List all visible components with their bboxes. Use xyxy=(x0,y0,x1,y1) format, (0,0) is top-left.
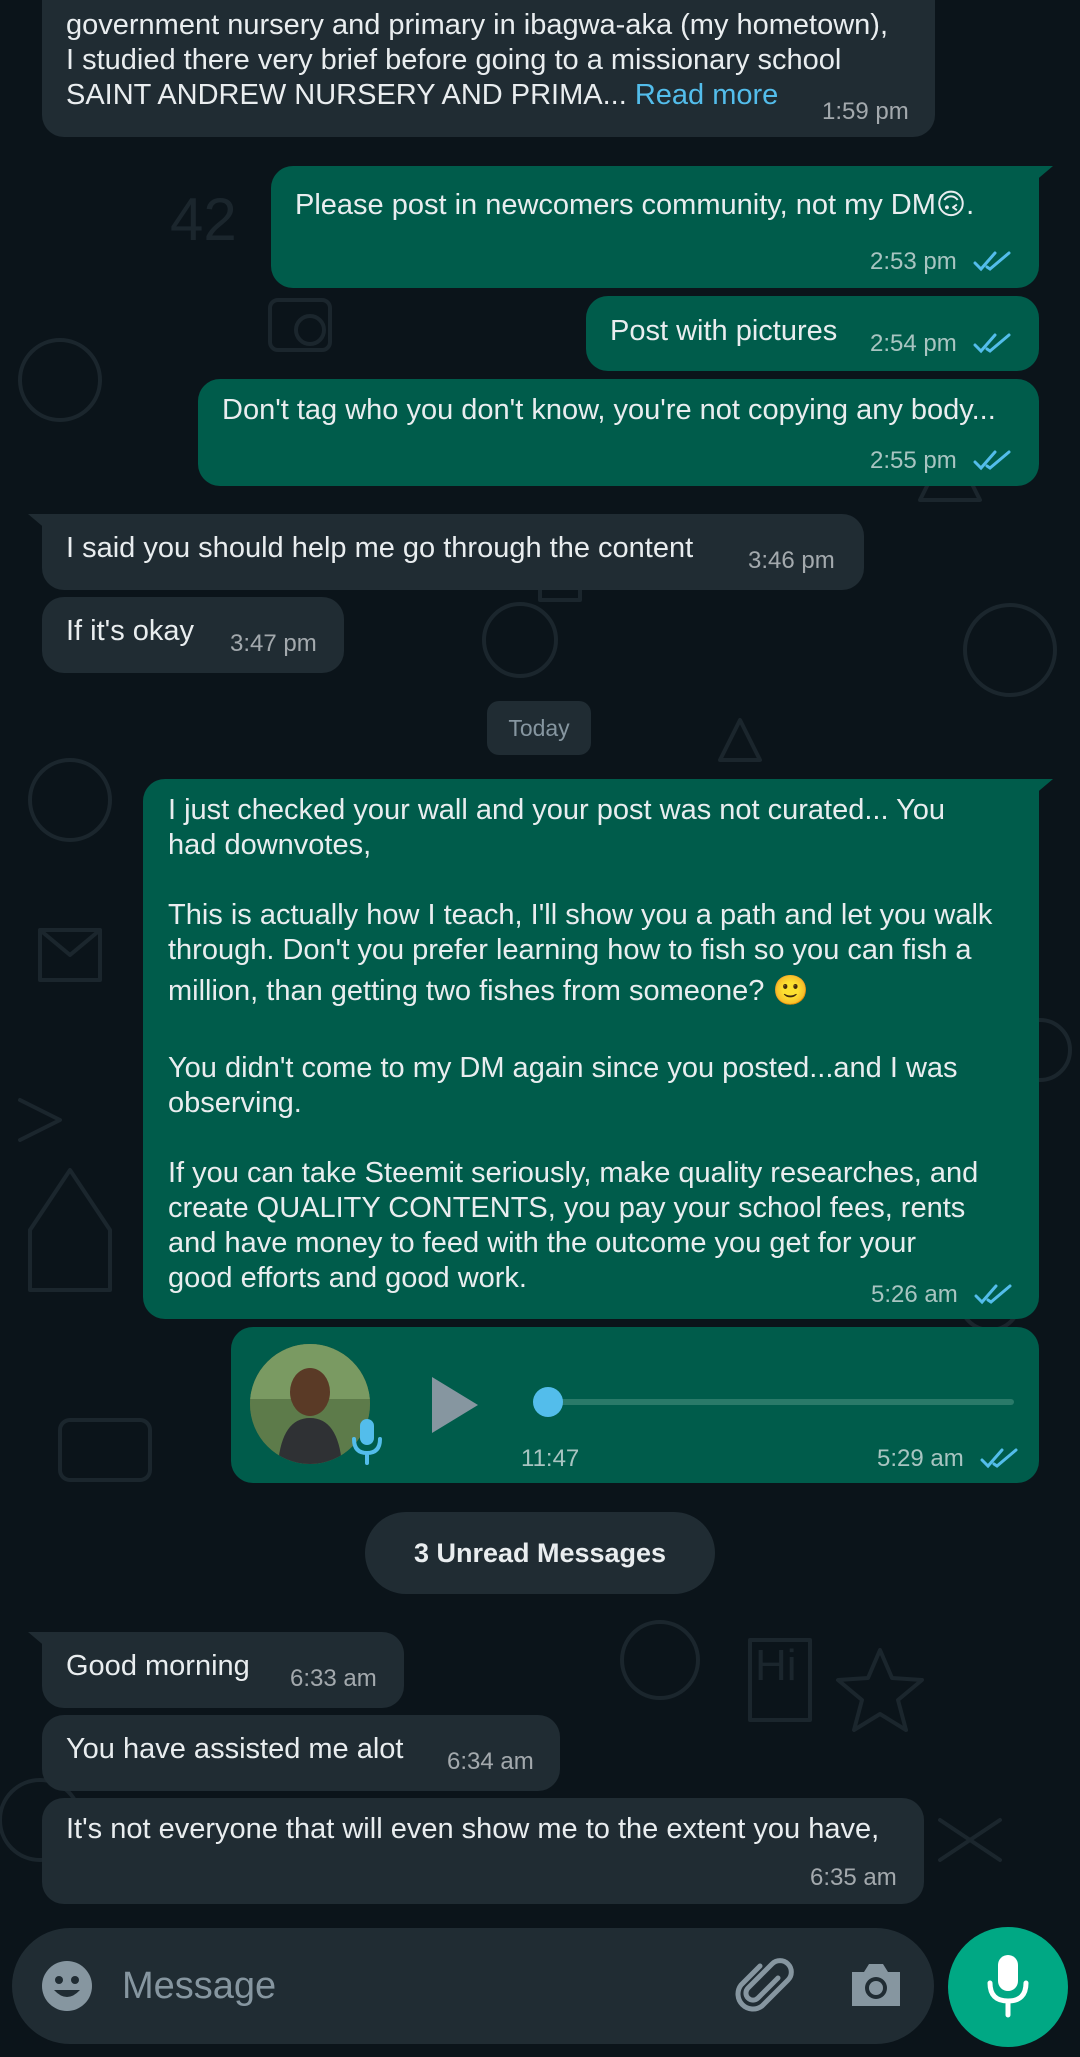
message-composer[interactable]: Message xyxy=(12,1928,934,2044)
message-bubble-outgoing[interactable]: Post with pictures 2:54 pm xyxy=(586,296,1039,371)
voice-progress-track[interactable] xyxy=(536,1399,1014,1405)
message-text: I studied there very brief before going … xyxy=(66,44,842,76)
play-icon[interactable] xyxy=(426,1373,482,1437)
message-text: You have assisted me alot xyxy=(66,1733,404,1765)
voice-progress-knob[interactable] xyxy=(533,1387,563,1417)
read-ticks-icon xyxy=(974,1284,1012,1305)
message-text: I said you should help me go through the… xyxy=(66,532,694,564)
message-text: This is actually how I teach, I'll show … xyxy=(168,899,993,931)
voice-record-button[interactable] xyxy=(948,1927,1068,2047)
message-text: good efforts and good work. xyxy=(168,1262,527,1294)
message-text: If you can take Steemit seriously, make … xyxy=(168,1157,979,1189)
read-ticks-icon xyxy=(973,333,1011,354)
message-time: 3:46 pm xyxy=(748,547,835,574)
message-time: 6:34 am xyxy=(447,1748,534,1775)
message-bubble-incoming[interactable]: It's not everyone that will even show me… xyxy=(42,1798,924,1904)
message-time: 6:35 am xyxy=(810,1864,897,1891)
read-more-link[interactable]: Read more xyxy=(635,79,778,111)
read-ticks-icon xyxy=(980,1448,1018,1469)
message-bubble-incoming[interactable]: Good morning 6:33 am xyxy=(28,1632,404,1708)
message-text: create QUALITY CONTENTS, you pay your sc… xyxy=(168,1192,966,1224)
message-text: Post with pictures xyxy=(610,315,838,347)
message-text: and have money to feed with the outcome … xyxy=(168,1227,917,1259)
camera-icon[interactable] xyxy=(848,1960,904,2010)
message-time: 1:59 pm xyxy=(822,98,909,125)
message-time: 2:55 pm xyxy=(870,447,957,474)
read-ticks-icon xyxy=(973,251,1011,272)
mic-badge-icon xyxy=(352,1419,382,1465)
message-text: Don't tag who you don't know, you're not… xyxy=(222,394,996,426)
message-text: million, than getting two fishes from so… xyxy=(168,975,809,1007)
message-time: 5:29 am xyxy=(877,1445,964,1472)
message-time: 2:54 pm xyxy=(870,330,957,357)
message-text: government nursery and primary in ibagwa… xyxy=(66,9,889,41)
mic-icon xyxy=(987,1955,1029,2018)
message-text: Please post in newcomers community, not … xyxy=(295,189,975,221)
message-bubble-outgoing[interactable]: Don't tag who you don't know, you're not… xyxy=(198,379,1039,486)
message-text: observing. xyxy=(168,1087,302,1119)
message-time: 6:33 am xyxy=(290,1665,377,1692)
voice-duration: 11:47 xyxy=(521,1445,580,1472)
message-time: 3:47 pm xyxy=(230,630,317,657)
message-text: had downvotes, xyxy=(168,829,372,861)
read-ticks-icon xyxy=(973,450,1011,471)
svg-text:42: 42 xyxy=(170,186,237,253)
emoji-icon[interactable] xyxy=(40,1959,94,2013)
message-bubble-incoming[interactable]: You have assisted me alot 6:34 am xyxy=(42,1715,560,1791)
message-bubble-outgoing[interactable]: Please post in newcomers community, not … xyxy=(271,166,1053,288)
message-time: 2:53 pm xyxy=(870,248,957,275)
message-text: through. Don't you prefer learning how t… xyxy=(168,934,972,966)
message-input[interactable]: Message xyxy=(122,1965,276,2008)
message-time: 5:26 am xyxy=(871,1281,958,1308)
unread-messages-banner: 3 Unread Messages xyxy=(365,1512,715,1594)
message-text: I just checked your wall and your post w… xyxy=(168,794,946,826)
attach-icon[interactable] xyxy=(734,1956,794,2016)
message-bubble-incoming[interactable]: I said you should help me go through the… xyxy=(28,514,864,590)
voice-note-bubble[interactable]: 11:47 5:29 am xyxy=(231,1327,1039,1483)
message-text: SAINT ANDREW NURSERY AND PRIMA... Read m… xyxy=(66,79,779,111)
message-text: It's not everyone that will even show me… xyxy=(66,1813,880,1845)
message-text: You didn't come to my DM again since you… xyxy=(168,1052,958,1084)
date-divider: Today xyxy=(487,701,591,755)
svg-text:Hi: Hi xyxy=(755,1641,797,1690)
message-bubble-incoming[interactable]: government nursery and primary in ibagwa… xyxy=(42,0,935,137)
message-text: Good morning xyxy=(66,1650,250,1682)
message-bubble-outgoing[interactable]: I just checked your wall and your post w… xyxy=(143,779,1053,1319)
message-text: If it's okay xyxy=(66,615,195,647)
message-bubble-incoming[interactable]: If it's okay 3:47 pm xyxy=(42,597,344,673)
